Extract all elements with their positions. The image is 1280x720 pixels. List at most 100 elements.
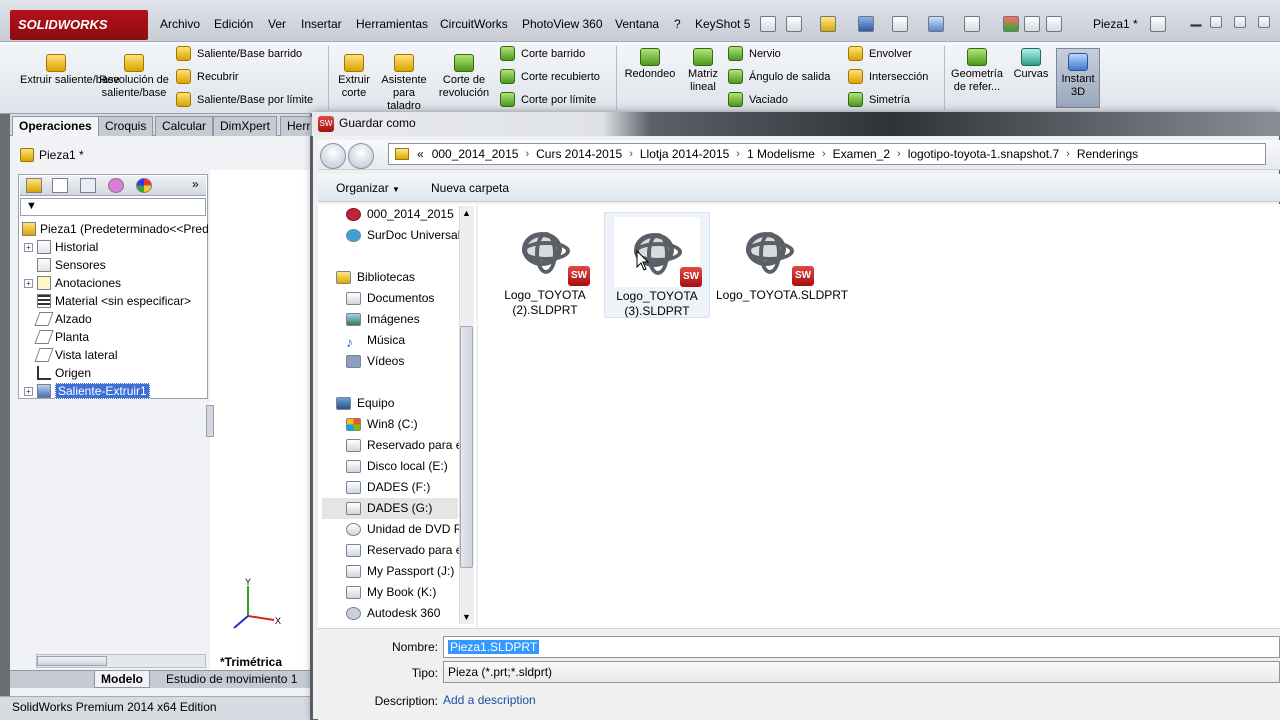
tree-item-extrude1[interactable]: + Saliente-Extruir1: [24, 382, 150, 400]
shell-button[interactable]: Vaciado: [728, 92, 788, 107]
swept-cut-button[interactable]: Corte barrido: [500, 46, 585, 61]
tab-operaciones[interactable]: Operaciones: [12, 116, 99, 136]
breadcrumb-item[interactable]: Llotja 2014-2015: [640, 147, 729, 161]
help-icon[interactable]: [1150, 16, 1166, 32]
expand-icon[interactable]: +: [24, 242, 33, 252]
nav-item-drive-f[interactable]: DADES (F:): [346, 477, 430, 497]
new-document-icon[interactable]: [786, 16, 802, 32]
tab-calcular[interactable]: Calcular: [155, 116, 214, 136]
breadcrumb-item[interactable]: Curs 2014-2015: [536, 147, 622, 161]
rebuild-icon[interactable]: [1003, 16, 1019, 32]
minimize-icon[interactable]: [1190, 24, 1202, 27]
panel-splitter[interactable]: [206, 405, 214, 437]
nav-item-reserved-1[interactable]: Reservado para e: [346, 435, 462, 455]
menu-edicion[interactable]: Edición: [214, 17, 253, 31]
solidworks-logo[interactable]: SOLIDWORKS: [10, 10, 148, 40]
filetype-select[interactable]: Pieza (*.prt;*.sldprt): [443, 661, 1280, 683]
nav-item-mybook[interactable]: My Book (K:): [346, 582, 436, 602]
nav-item-autodesk[interactable]: Autodesk 360: [346, 603, 440, 623]
expand-icon[interactable]: +: [24, 386, 33, 396]
print-icon[interactable]: [892, 16, 908, 32]
nav-scroll-thumb[interactable]: [460, 326, 473, 568]
menu-insertar[interactable]: Insertar: [301, 17, 342, 31]
hole-wizard-button[interactable]: Asistente para taladro: [378, 54, 430, 113]
tab-croquis[interactable]: Croquis: [98, 116, 154, 136]
menu-archivo[interactable]: Archivo: [160, 17, 200, 31]
forward-button[interactable]: [348, 143, 374, 169]
back-button[interactable]: [320, 143, 346, 169]
tree-item-part[interactable]: Pieza1 (Predeterminado<<Pred: [22, 220, 209, 238]
organize-button[interactable]: Organizar ▼: [336, 181, 400, 195]
tree-item-history[interactable]: + Historial: [24, 238, 98, 256]
tab-modelo[interactable]: Modelo: [94, 671, 150, 688]
filename-input[interactable]: Pieza1.SLDPRT: [443, 636, 1280, 658]
mirror-button[interactable]: Simetría: [848, 92, 910, 107]
pin-icon[interactable]: [760, 16, 776, 32]
file-item[interactable]: SW Logo_TOYOTA (2).SLDPRT: [492, 212, 598, 318]
tree-item-annotations[interactable]: + Anotaciones: [24, 274, 121, 292]
tree-item-sensors[interactable]: Sensores: [24, 256, 106, 274]
instant-3d-button[interactable]: Instant 3D: [1056, 48, 1100, 108]
options-icon[interactable]: [1046, 16, 1062, 32]
select-arrow-icon[interactable]: [964, 16, 980, 32]
chevron-right-icon[interactable]: ›: [822, 148, 826, 160]
chevron-right-icon[interactable]: ›: [897, 148, 901, 160]
horizontal-scrollbar[interactable]: [36, 654, 206, 668]
restore-doc-icon[interactable]: [1234, 16, 1246, 28]
nav-item-surdoc[interactable]: SurDoc Universal: [346, 225, 460, 245]
nav-item-passport[interactable]: My Passport (J:): [346, 561, 454, 581]
scroll-thumb[interactable]: [37, 656, 107, 666]
configuration-manager-tab-icon[interactable]: [80, 178, 96, 193]
display-manager-tab-icon[interactable]: [136, 178, 152, 193]
chevron-right-icon[interactable]: ›: [1066, 148, 1070, 160]
menu-herramientas[interactable]: Herramientas: [356, 17, 428, 31]
menu-circuitworks[interactable]: CircuitWorks: [440, 17, 508, 31]
breadcrumb-overflow[interactable]: «: [417, 147, 424, 161]
new-folder-button[interactable]: Nueva carpeta: [431, 181, 509, 195]
tree-item-material[interactable]: Material <sin especificar>: [24, 292, 191, 310]
menu-photoview[interactable]: PhotoView 360: [522, 17, 603, 31]
feature-manager-tab-icon[interactable]: [26, 178, 42, 193]
linear-pattern-button[interactable]: Matriz lineal: [684, 48, 722, 94]
extrude-cut-button[interactable]: Extruir corte: [333, 54, 375, 100]
breadcrumb-item[interactable]: 000_2014_2015: [432, 147, 519, 161]
curves-button[interactable]: Curvas: [1010, 48, 1052, 81]
wrap-button[interactable]: Envolver: [848, 46, 912, 61]
fillet-button[interactable]: Redondeo: [620, 48, 680, 81]
chevron-right-icon[interactable]: ›: [736, 148, 740, 160]
expand-chevron-icon[interactable]: »: [192, 177, 199, 191]
chevron-right-icon[interactable]: ›: [629, 148, 633, 160]
tab-dimxpert[interactable]: DimXpert: [213, 116, 278, 136]
boundary-boss-button[interactable]: Saliente/Base por límite: [176, 92, 313, 107]
open-folder-icon[interactable]: [820, 16, 836, 32]
chevron-right-icon[interactable]: ›: [525, 148, 529, 160]
nav-item-reserved-2[interactable]: Reservado para e: [346, 540, 462, 560]
boundary-cut-button[interactable]: Corte por límite: [500, 92, 596, 107]
breadcrumb-item[interactable]: 1 Modelisme: [747, 147, 815, 161]
tree-item-front-plane[interactable]: Alzado: [24, 310, 92, 328]
extrude-boss-button[interactable]: Extruir saliente/base: [20, 54, 120, 87]
file-item[interactable]: SW Logo_TOYOTA (3).SLDPRT: [604, 212, 710, 318]
nav-item-libraries[interactable]: Bibliotecas: [336, 267, 415, 287]
dialog-title-bar[interactable]: [312, 112, 1280, 136]
loft-button[interactable]: Recubrir: [176, 69, 239, 84]
tree-item-top-plane[interactable]: Planta: [24, 328, 89, 346]
tree-item-origin[interactable]: Origen: [24, 364, 91, 382]
draft-button[interactable]: Ángulo de salida: [728, 69, 830, 84]
swept-boss-button[interactable]: Saliente/Base barrido: [176, 46, 302, 61]
breadcrumb-item[interactable]: Examen_2: [833, 147, 890, 161]
menu-keyshot[interactable]: KeyShot 5: [695, 17, 750, 31]
menu-ventana[interactable]: Ventana: [615, 17, 659, 31]
nav-item-000[interactable]: 000_2014_2015: [346, 204, 454, 224]
save-icon[interactable]: [858, 16, 874, 32]
reference-geometry-button[interactable]: Geometría de refer...: [948, 48, 1006, 94]
breadcrumb-item-current[interactable]: Renderings: [1077, 147, 1138, 161]
nav-item-pictures[interactable]: Imágenes: [346, 309, 420, 329]
nav-item-music[interactable]: ♪ Música: [346, 330, 405, 350]
breadcrumb[interactable]: « 000_2014_2015 › Curs 2014-2015 › Llotja …: [388, 143, 1266, 165]
tree-item-right-plane[interactable]: Vista lateral: [24, 346, 117, 364]
nav-item-computer[interactable]: Equipo: [336, 393, 394, 413]
menu-ver[interactable]: Ver: [268, 17, 286, 31]
rib-button[interactable]: Nervio: [728, 46, 781, 61]
nav-item-drive-g[interactable]: DADES (G:): [346, 498, 432, 518]
